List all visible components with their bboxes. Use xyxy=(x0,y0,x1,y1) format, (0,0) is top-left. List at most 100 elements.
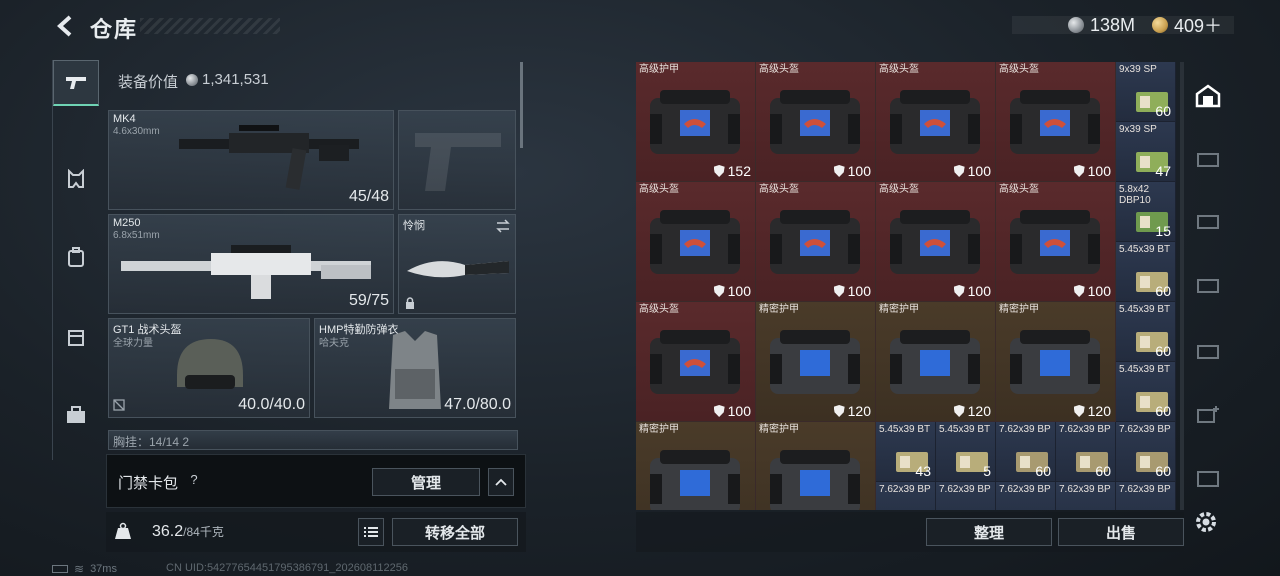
stash-item-precision[interactable]: 精密护甲 120 xyxy=(996,302,1116,422)
transfer-all-button[interactable]: 转移全部 xyxy=(392,518,518,546)
tab-stash-4b[interactable] xyxy=(1192,204,1224,236)
stash-item-ammo[interactable]: 5.45x39 BT 60 xyxy=(1116,362,1176,422)
body-armor-image xyxy=(389,331,441,409)
stash-item-precision[interactable]: 精密护甲 xyxy=(636,422,756,510)
weight-value: 36.2 xyxy=(152,523,184,540)
weapon-caliber: 4.6x30mm xyxy=(113,126,160,137)
rail-case[interactable] xyxy=(53,392,99,438)
stash-item-ammo[interactable]: 7.62x39 BP xyxy=(876,482,936,510)
lock-icon xyxy=(406,297,414,309)
item-name: 精密护甲 xyxy=(999,304,1039,315)
secondary-weapon-slot[interactable]: M250 6.8x51mm 59/75 xyxy=(108,214,394,314)
stash-item-high-tier[interactable]: 高级头盔 100 xyxy=(636,182,756,302)
help-icon[interactable]: ? xyxy=(186,472,202,488)
swap-icon[interactable] xyxy=(495,219,511,233)
shield-icon xyxy=(713,405,725,417)
stash-item-ammo[interactable]: 9x39 SP 47 xyxy=(1116,122,1176,182)
item-name: 高级护甲 xyxy=(639,64,679,75)
page-title: 仓库 xyxy=(90,17,139,42)
sidearm-slot-empty[interactable] xyxy=(398,110,516,210)
ammo-name: 7.62x39 BP xyxy=(999,484,1051,495)
stash-item-ammo[interactable]: 7.62x39 BP 60 xyxy=(996,422,1056,482)
stash-item-ammo[interactable]: 9x39 SP 60 xyxy=(1116,62,1176,122)
chest-rig-icon xyxy=(68,169,84,188)
stash-item-ammo[interactable]: 7.62x39 BP xyxy=(936,482,996,510)
stash-item-ammo[interactable]: 5.45x39 BT 60 xyxy=(1116,242,1176,302)
ammo-count: 60 xyxy=(1155,343,1171,359)
ammo-name: 9x39 SP xyxy=(1119,124,1157,135)
stash-item-high-tier[interactable]: 高级头盔 100 xyxy=(996,182,1116,302)
stash-item-high-tier[interactable]: 高级头盔 100 xyxy=(996,62,1116,182)
ammo-box-image xyxy=(1134,508,1170,510)
durability-value: 152 xyxy=(727,163,751,179)
expand-button[interactable] xyxy=(488,468,514,496)
loadout-scrollbar[interactable] xyxy=(520,62,523,148)
settings-gear-icon[interactable] xyxy=(1192,508,1220,536)
item-durability: 100 xyxy=(713,403,751,419)
melee-slot[interactable]: 怜悯 xyxy=(398,214,516,314)
stash-item-ammo[interactable]: 5.45x39 BT 43 xyxy=(876,422,936,482)
list-view-button[interactable] xyxy=(358,518,384,546)
status-bar: ≋ 37ms xyxy=(52,562,117,576)
shield-icon xyxy=(953,165,965,177)
stash-item-ammo[interactable]: 7.62x39 BP 60 xyxy=(1056,422,1116,482)
stash-item-high-tier[interactable]: 高级头盔 100 xyxy=(756,182,876,302)
armor-case-image xyxy=(770,210,860,274)
item-name: 高级头盔 xyxy=(879,64,919,75)
weapon-name: M250 xyxy=(113,217,141,229)
tab-stash-add[interactable] xyxy=(1192,398,1224,430)
gold-coin-icon xyxy=(1152,17,1168,33)
stash-item-precision[interactable]: 精密护甲 120 xyxy=(756,302,876,422)
chest-rig-slot-partial[interactable]: 胸挂：14/14 2 xyxy=(108,430,518,450)
stash-item-high-tier[interactable]: 高级头盔 100 xyxy=(876,62,996,182)
back-arrow-icon[interactable] xyxy=(52,12,80,40)
stash-item-ammo[interactable]: 7.62x39 BP 60 xyxy=(1116,422,1176,482)
stash-item-ammo[interactable]: 5.45x39 BT 5 xyxy=(936,422,996,482)
tab-stash-4[interactable] xyxy=(1192,142,1224,174)
stash-item-ammo[interactable]: 5.45x39 BT 60 xyxy=(1116,302,1176,362)
equipment-value: 1,341,531 xyxy=(186,71,269,88)
armor-case-image xyxy=(770,90,860,154)
tab-main-stash[interactable] xyxy=(1192,80,1224,112)
shield-icon xyxy=(1073,165,1085,177)
rail-pouch[interactable] xyxy=(53,314,99,360)
warehouse-icon xyxy=(1195,84,1221,108)
helmet-slot[interactable]: GT1 战术头盔 全球力量 40.0/40.0 xyxy=(108,318,310,418)
stash-item-high-tier[interactable]: 高级头盔 100 xyxy=(756,62,876,182)
silver-coin-icon xyxy=(1068,17,1084,33)
stash-item-high-tier[interactable]: 高级头盔 100 xyxy=(636,302,756,422)
durability-value: 100 xyxy=(847,163,871,179)
gold-currency[interactable]: 409＋ xyxy=(1152,14,1222,36)
stash-item-ammo[interactable]: 7.62x39 BP xyxy=(1116,482,1176,510)
stash-item-precision[interactable]: 精密护甲 xyxy=(756,422,876,510)
ammo-count: 60 xyxy=(1035,463,1051,479)
stash-item-ammo[interactable]: 7.62x39 BP xyxy=(996,482,1056,510)
stash-grid: 高级护甲 152 高级头盔 100 高级头盔 100 高级头盔 100 高级头盔 100 高级头盔 1… xyxy=(636,62,1176,510)
armor-slot[interactable]: HMP特勤防弹衣 哈夫克 47.0/80.0 xyxy=(314,318,516,418)
keycard-bag-label: 门禁卡包 xyxy=(118,475,179,492)
stash-item-high-tier[interactable]: 高级护甲 152 xyxy=(636,62,756,182)
rail-chest-rig[interactable] xyxy=(53,156,99,202)
chevron-up-icon xyxy=(495,478,507,486)
rail-weapons[interactable] xyxy=(53,60,99,106)
weight-max: /84千克 xyxy=(183,525,224,539)
stash-item-ammo[interactable]: 7.62x39 BP xyxy=(1056,482,1116,510)
sell-button[interactable]: 出售 xyxy=(1058,518,1184,546)
stash-item-ammo[interactable]: 5.8x42 DBP10 15 xyxy=(1116,182,1176,242)
weight-icon xyxy=(115,522,131,539)
helmet-brand: 全球力量 xyxy=(113,338,153,349)
tab-stash-expand[interactable] xyxy=(1192,462,1224,494)
tab-stash-4c[interactable] xyxy=(1192,268,1224,300)
rail-backpack[interactable] xyxy=(53,234,99,280)
shield-icon xyxy=(833,405,845,417)
primary-weapon-slot[interactable]: MK4 4.6x30mm 45/48 xyxy=(108,110,394,210)
ping-value: 37ms xyxy=(90,563,117,575)
stash-item-precision[interactable]: 精密护甲 120 xyxy=(876,302,996,422)
sort-button[interactable]: 整理 xyxy=(926,518,1052,546)
add-storage-icon xyxy=(1197,406,1219,423)
stash-item-high-tier[interactable]: 高级头盔 100 xyxy=(876,182,996,302)
weapon-name: MK4 xyxy=(113,113,136,125)
stash-scrollbar[interactable] xyxy=(1180,62,1184,510)
tab-stash-4d[interactable] xyxy=(1192,334,1224,366)
manage-button[interactable]: 管理 xyxy=(372,468,480,496)
